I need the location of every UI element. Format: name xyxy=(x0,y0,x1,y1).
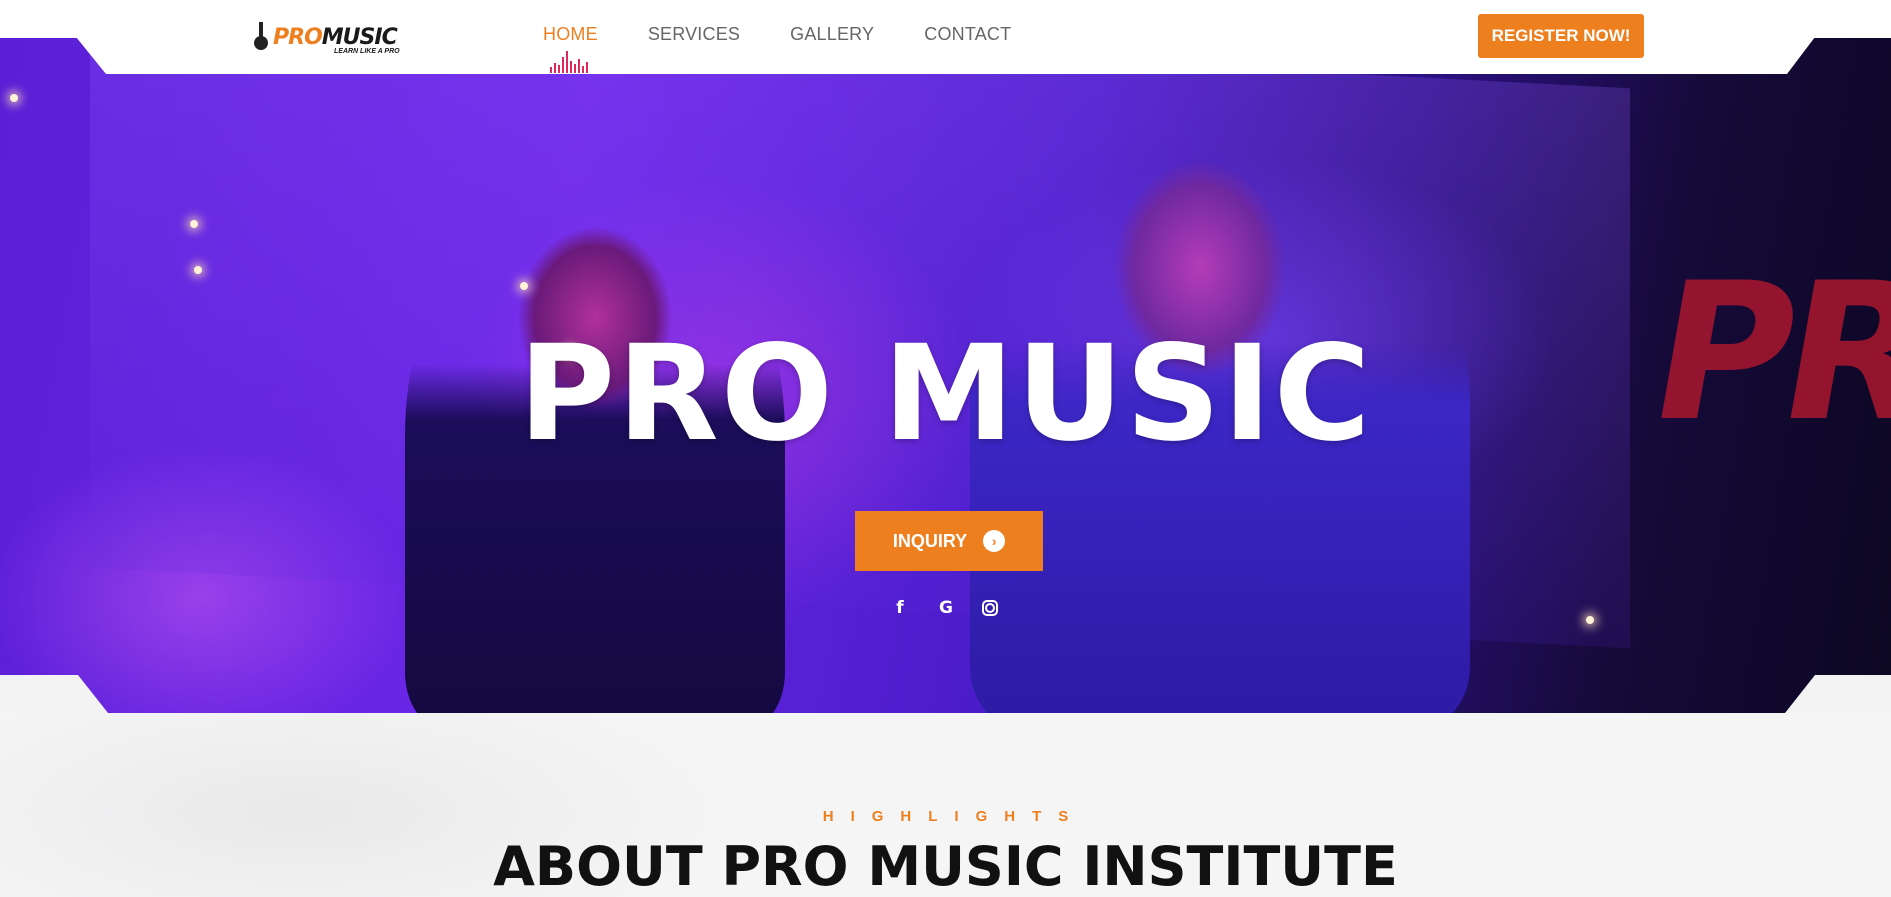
register-now-button[interactable]: REGISTER NOW! xyxy=(1478,14,1644,58)
logo-music-text: MUSIC xyxy=(321,24,398,50)
page: PR PRO MUSIC INQUIRY › f G PRO MUSIC LEA… xyxy=(0,0,1891,897)
main-nav: HOME SERVICES GALLERY CONTACT xyxy=(543,24,1011,73)
hero-light xyxy=(194,266,202,274)
instagram-icon[interactable] xyxy=(982,600,998,616)
hero-light xyxy=(520,282,528,290)
nav-item-home[interactable]: HOME xyxy=(543,24,598,73)
inquiry-button[interactable]: INQUIRY › xyxy=(855,511,1043,571)
logo-tagline: LEARN LIKE A PRO xyxy=(334,48,400,55)
nav-item-label: HOME xyxy=(543,24,598,44)
logo-pro-text: PRO xyxy=(273,24,323,50)
hero-bottom-notch xyxy=(0,675,1891,713)
hero-light xyxy=(190,220,198,228)
facebook-icon[interactable]: f xyxy=(890,598,910,618)
hero-section: PR PRO MUSIC INQUIRY › f G xyxy=(0,38,1891,713)
nav-item-services[interactable]: SERVICES xyxy=(648,24,740,45)
section-eyebrow: HIGHLIGHTS xyxy=(822,808,1086,825)
inquiry-button-label: INQUIRY xyxy=(892,530,968,551)
hero-light xyxy=(1586,616,1594,624)
site-logo[interactable]: PRO MUSIC LEARN LIKE A PRO xyxy=(254,16,414,58)
site-header: PRO MUSIC LEARN LIKE A PRO HOME SERVICES… xyxy=(0,0,1891,74)
chevron-right-circle-icon: › xyxy=(983,530,1006,552)
about-section: HIGHLIGHTS ABOUT PRO MUSIC INSTITUTE xyxy=(0,713,1891,897)
google-icon[interactable]: G xyxy=(936,598,956,618)
guitar-icon xyxy=(254,22,270,52)
social-links: f G xyxy=(890,598,998,618)
nav-item-contact[interactable]: CONTACT xyxy=(924,24,1011,45)
hero-title: PRO MUSIC xyxy=(518,317,1373,471)
nav-item-gallery[interactable]: GALLERY xyxy=(790,24,874,45)
equalizer-icon xyxy=(550,49,588,73)
section-heading: ABOUT PRO MUSIC INSTITUTE xyxy=(493,835,1398,897)
hero-light xyxy=(10,94,18,102)
